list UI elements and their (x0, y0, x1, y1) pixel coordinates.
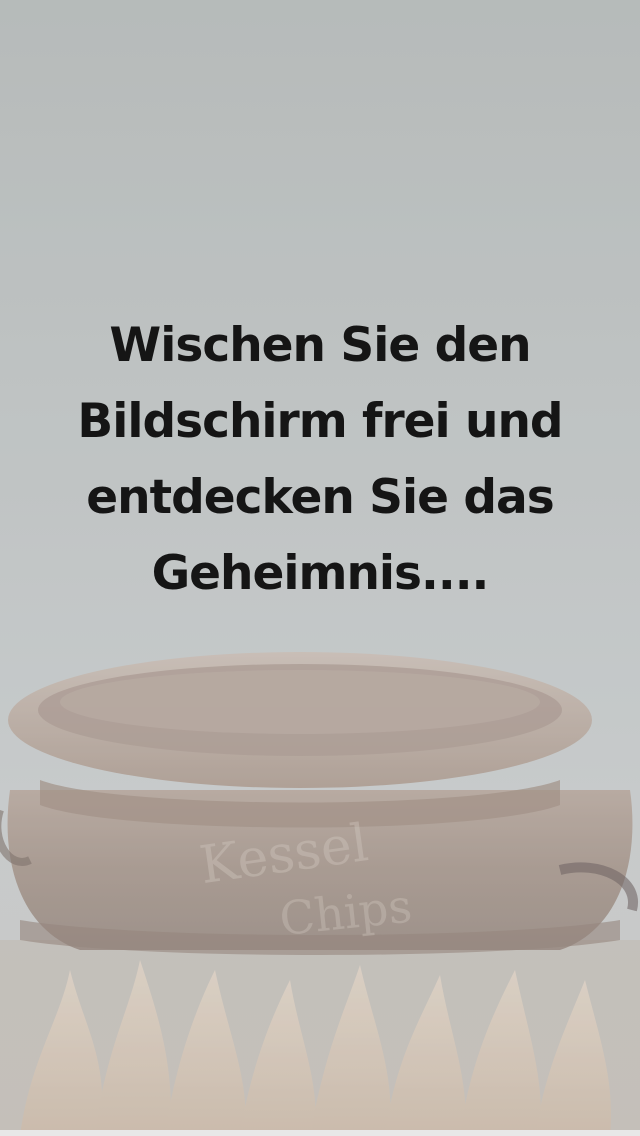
bottom-edge (0, 1130, 640, 1136)
scratch-card-screen[interactable]: Kessel Chips Wischen Sie den Bildschirm … (0, 0, 640, 1136)
scratch-instruction: Wischen Sie den Bildschirm frei und entd… (77, 318, 563, 601)
